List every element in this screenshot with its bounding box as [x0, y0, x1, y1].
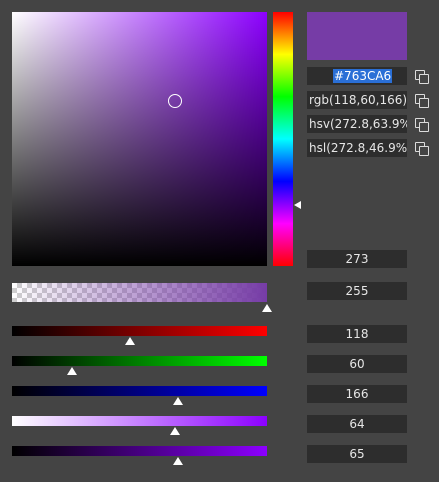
hue-marker-arrow[interactable]: [294, 200, 301, 209]
blue-value-field[interactable]: 166: [307, 385, 407, 403]
rgb-value: rgb(118,60,166): [309, 93, 407, 107]
copy-hsv-button[interactable]: [413, 116, 429, 132]
copy-hsl-button[interactable]: [413, 140, 429, 156]
copy-rgb-button[interactable]: [413, 92, 429, 108]
value-slider-thumb[interactable]: [172, 457, 183, 465]
hsv-field[interactable]: hsv(272.8,63.9%,65.1%): [307, 115, 407, 133]
saturation-value-field[interactable]: 64: [307, 415, 407, 433]
color-preview-swatch: [307, 12, 407, 60]
hsl-field[interactable]: hsl(272.8,46.9%,44.3%): [307, 139, 407, 157]
hsl-value: hsl(272.8,46.9%,44.3%): [309, 141, 407, 155]
hue-strip[interactable]: [273, 12, 293, 266]
value-slider-track[interactable]: [12, 446, 267, 456]
green-slider-track[interactable]: [12, 356, 267, 366]
green-slider-thumb[interactable]: [66, 367, 77, 375]
alpha-value-field[interactable]: 255: [307, 282, 407, 300]
value-value-field[interactable]: 65: [307, 445, 407, 463]
saturation-value-square[interactable]: [12, 12, 267, 266]
blue-slider-thumb[interactable]: [173, 397, 183, 405]
hsv-value: hsv(272.8,63.9%,65.1%): [309, 117, 407, 131]
rgb-field[interactable]: rgb(118,60,166): [307, 91, 407, 109]
sv-cursor-ring[interactable]: [167, 93, 182, 108]
green-value-field[interactable]: 60: [307, 355, 407, 373]
alpha-slider-thumb[interactable]: [262, 304, 272, 312]
hex-value-selected: #763CA6: [333, 69, 393, 83]
copy-hex-button[interactable]: [413, 68, 429, 84]
red-slider-thumb[interactable]: [125, 337, 136, 345]
hue-value-field[interactable]: 273: [307, 250, 407, 268]
alpha-slider-track[interactable]: [12, 283, 267, 302]
blue-slider-track[interactable]: [12, 386, 267, 396]
red-value-field[interactable]: 118: [307, 325, 407, 343]
saturation-slider-track[interactable]: [12, 416, 267, 426]
saturation-slider-thumb[interactable]: [170, 427, 181, 435]
hex-field[interactable]: #763CA6: [307, 67, 407, 85]
red-slider-track[interactable]: [12, 326, 267, 336]
